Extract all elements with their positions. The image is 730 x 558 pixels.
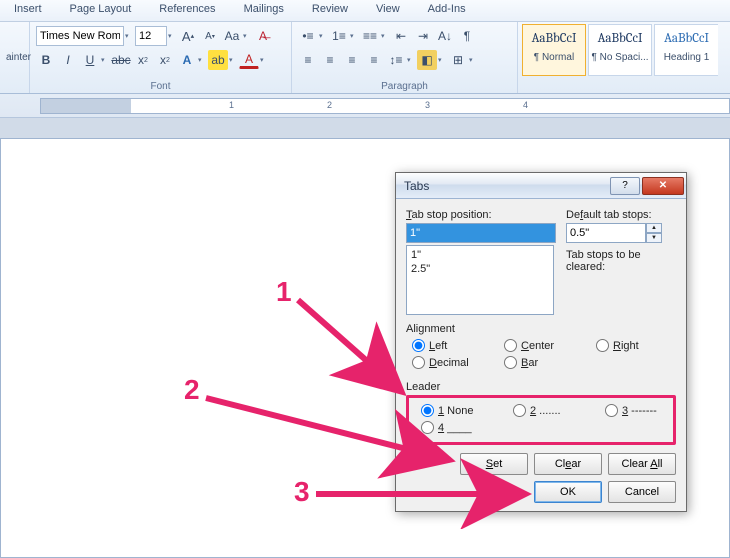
sort-icon[interactable]: A↓ — [435, 26, 455, 46]
leader-none-radio[interactable]: 1 None — [421, 404, 513, 417]
leader-group: 1 None 2 ....... 3 ------- 4 ____ — [406, 395, 676, 445]
tab-mailings[interactable]: Mailings — [230, 0, 298, 21]
subscript-icon[interactable]: x2 — [133, 50, 153, 70]
bullets-icon[interactable]: •≡ — [298, 26, 318, 46]
shading-icon[interactable]: ◧ — [417, 50, 437, 70]
change-case-icon[interactable]: Aa — [222, 26, 242, 46]
strikethrough-icon[interactable]: abc — [111, 50, 131, 70]
spin-down-icon[interactable]: ▼ — [646, 233, 662, 243]
align-center-icon[interactable]: ≡ — [320, 50, 340, 70]
shrink-font-icon[interactable]: A▾ — [200, 26, 220, 46]
show-marks-icon[interactable]: ¶ — [457, 26, 477, 46]
align-center-radio[interactable]: Center — [504, 339, 596, 352]
list-item[interactable]: 1" — [411, 248, 549, 262]
clear-button[interactable]: Clear — [534, 453, 602, 475]
clear-all-button[interactable]: Clear All — [608, 453, 676, 475]
text-effects-icon[interactable]: A — [177, 50, 197, 70]
align-right-radio[interactable]: Right — [596, 339, 676, 352]
style-no-spacing[interactable]: AaBbCcI ¶ No Spaci... — [588, 24, 652, 76]
underline-icon[interactable]: U — [80, 50, 100, 70]
annotation-2: 2 — [184, 374, 200, 406]
multilevel-icon[interactable]: ≡≡ — [360, 26, 380, 46]
annotation-1: 1 — [276, 276, 292, 308]
align-right-icon[interactable]: ≡ — [342, 50, 362, 70]
dialog-titlebar[interactable]: Tabs ? ✕ — [396, 173, 686, 199]
styles-gallery: AaBbCcI ¶ Normal AaBbCcI ¶ No Spaci... A… — [518, 22, 722, 93]
increase-indent-icon[interactable]: ⇥ — [413, 26, 433, 46]
tab-stop-list[interactable]: 1" 2.5" — [406, 245, 554, 315]
align-left-icon[interactable]: ≡ — [298, 50, 318, 70]
default-tab-stops-label: Default tab stops: — [566, 209, 676, 221]
ok-button[interactable]: OK — [534, 481, 602, 503]
tab-stop-position-input[interactable] — [406, 223, 556, 243]
group-label-font: Font — [30, 81, 291, 92]
tab-insert[interactable]: Insert — [0, 0, 56, 21]
justify-icon[interactable]: ≡ — [364, 50, 384, 70]
decrease-indent-icon[interactable]: ⇤ — [391, 26, 411, 46]
leader-dots-radio[interactable]: 2 ....... — [513, 404, 605, 417]
list-item[interactable]: 2.5" — [411, 262, 549, 276]
tab-references[interactable]: References — [145, 0, 229, 21]
tabs-dialog: Tabs ? ✕ Tab stop position: 1" 2.5" Defa… — [395, 172, 687, 512]
annotation-3: 3 — [294, 476, 310, 508]
dropdown-icon[interactable]: ▾ — [125, 32, 133, 40]
leader-underline-radio[interactable]: 4 ____ — [421, 421, 513, 434]
font-name-combo[interactable] — [36, 26, 124, 46]
tab-addins[interactable]: Add-Ins — [414, 0, 480, 21]
font-color-icon[interactable]: A — [239, 52, 259, 69]
leader-label: Leader — [406, 381, 676, 393]
align-left-radio[interactable]: Left — [412, 339, 504, 352]
numbering-icon[interactable]: 1≡ — [329, 26, 349, 46]
italic-icon[interactable]: I — [58, 50, 78, 70]
align-decimal-radio[interactable]: Decimal — [412, 356, 504, 369]
grow-font-icon[interactable]: A▴ — [178, 26, 198, 46]
superscript-icon[interactable]: x2 — [155, 50, 175, 70]
default-tab-stops-input[interactable] — [566, 223, 646, 243]
dropdown-icon[interactable]: ▾ — [168, 32, 176, 40]
borders-icon[interactable]: ⊞ — [448, 50, 468, 70]
close-button[interactable]: ✕ — [642, 177, 684, 195]
tab-stops-cleared-label: Tab stops to be cleared: — [566, 249, 676, 273]
group-label-paragraph: Paragraph — [292, 81, 517, 92]
font-size-combo[interactable] — [135, 26, 167, 46]
ribbon: ainter ▾ ▾ A▴ A▾ Aa▾ A̶ B I U▾ abc x2 x2… — [0, 22, 730, 94]
help-button[interactable]: ? — [610, 177, 640, 195]
ruler-area: 1 2 3 4 — [0, 94, 730, 118]
alignment-label: Alignment — [406, 323, 676, 335]
tab-view[interactable]: View — [362, 0, 414, 21]
ribbon-tabs: Insert Page Layout References Mailings R… — [0, 0, 730, 22]
tab-page-layout[interactable]: Page Layout — [56, 0, 146, 21]
highlight-icon[interactable]: ab — [208, 50, 228, 70]
dialog-title: Tabs — [404, 179, 608, 193]
leader-dashes-radio[interactable]: 3 ------- — [605, 404, 685, 417]
line-spacing-icon[interactable]: ↕≡ — [386, 50, 406, 70]
bold-icon[interactable]: B — [36, 50, 56, 70]
set-button[interactable]: Set — [460, 453, 528, 475]
style-heading-1[interactable]: AaBbCcI Heading 1 — [654, 24, 718, 76]
tab-stop-position-label: Tab stop position: — [406, 209, 556, 221]
clear-formatting-icon[interactable]: A̶ — [253, 26, 273, 46]
horizontal-ruler[interactable]: 1 2 3 4 — [40, 98, 730, 114]
cancel-button[interactable]: Cancel — [608, 481, 676, 503]
tab-review[interactable]: Review — [298, 0, 362, 21]
alignment-group: Left Center Right Decimal Bar — [406, 337, 676, 373]
align-bar-radio[interactable]: Bar — [504, 356, 596, 369]
style-normal[interactable]: AaBbCcI ¶ Normal — [522, 24, 586, 76]
spin-up-icon[interactable]: ▲ — [646, 223, 662, 233]
